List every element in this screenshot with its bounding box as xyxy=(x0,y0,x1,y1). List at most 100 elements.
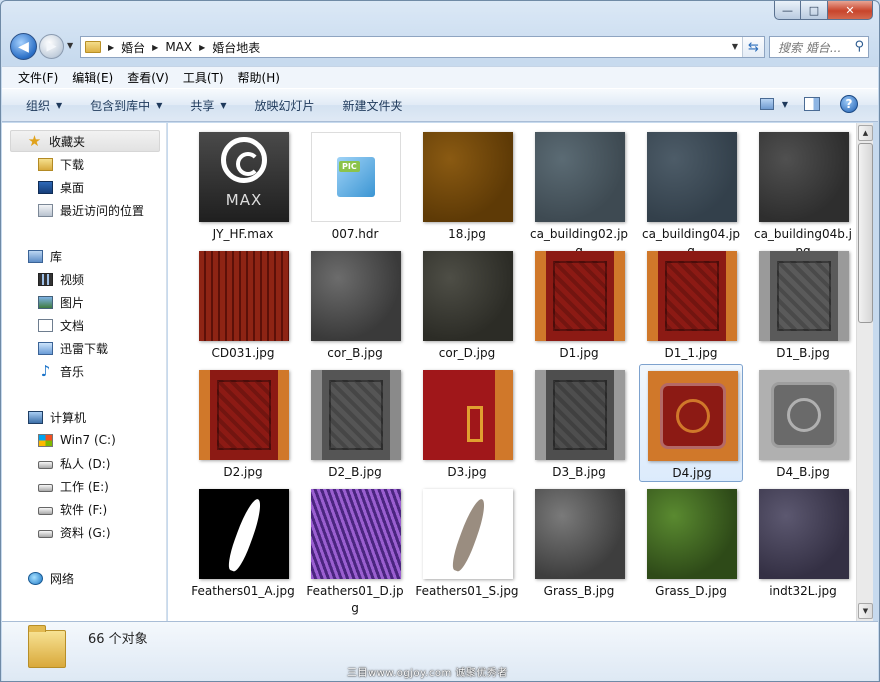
menu-edit[interactable]: 编辑(E) xyxy=(72,69,113,86)
nav-label: 迅雷下载 xyxy=(60,341,109,356)
nav-videos[interactable]: 视频 xyxy=(38,268,84,290)
share-label: 共享 xyxy=(190,98,215,113)
computer-icon xyxy=(28,410,43,424)
nav-label: 文档 xyxy=(60,318,85,333)
file-thumbnail xyxy=(199,251,289,341)
chevron-down-icon[interactable]: ▼ xyxy=(782,100,788,109)
file-item[interactable]: D3_B.jpg xyxy=(527,364,631,482)
max-file-icon: MAX xyxy=(199,132,289,222)
nav-drive-c[interactable]: Win7 (C:) xyxy=(38,429,116,451)
nav-thunder[interactable]: 迅雷下载 xyxy=(38,337,108,359)
address-bar[interactable]: ▶ 婚台 ▶ MAX ▶ 婚台地表 ▼ ⇆ xyxy=(80,36,765,58)
address-history-dropdown[interactable]: ▼ xyxy=(732,42,738,51)
file-item[interactable]: MAX JY_HF.max xyxy=(191,126,295,244)
file-name: cor_D.jpg xyxy=(438,346,496,360)
menu-help[interactable]: 帮助(H) xyxy=(238,69,280,86)
close-button[interactable]: ✕ xyxy=(828,1,873,20)
breadcrumb-item[interactable]: 婚台地表 xyxy=(212,39,260,56)
file-item[interactable]: Feathers01_S.jpg xyxy=(415,483,519,601)
file-item[interactable]: D4_B.jpg xyxy=(751,364,855,482)
file-item[interactable]: D1_1.jpg xyxy=(639,245,743,363)
new-folder-button[interactable]: 新建文件夹 xyxy=(343,97,403,114)
file-item[interactable]: cor_D.jpg xyxy=(415,245,519,363)
file-name: Feathers01_S.jpg xyxy=(415,584,519,598)
file-item[interactable]: D1_B.jpg xyxy=(751,245,855,363)
forward-button[interactable]: ▶ xyxy=(39,34,64,59)
back-button[interactable]: ◀ xyxy=(10,33,37,60)
file-thumbnail xyxy=(535,370,625,460)
nav-drive-d[interactable]: 私人 (D:) xyxy=(38,452,110,474)
arrow-left-icon: ◀ xyxy=(18,38,29,55)
nav-downloads[interactable]: 下载 xyxy=(38,153,84,175)
vertical-scrollbar[interactable]: ▲ ▼ xyxy=(856,123,873,621)
file-item[interactable]: Feathers01_D.jpg xyxy=(303,483,407,615)
file-item[interactable]: D2.jpg xyxy=(191,364,295,482)
search-box[interactable]: 搜索 婚台... ⚲ xyxy=(769,36,869,58)
change-view-icon[interactable] xyxy=(759,98,774,110)
nav-network[interactable]: 网络 xyxy=(28,567,74,589)
nav-computer[interactable]: 计算机 xyxy=(28,406,86,428)
recent-pages-dropdown[interactable]: ▼ xyxy=(67,41,73,50)
breadcrumb-item[interactable]: MAX xyxy=(165,40,192,54)
help-icon[interactable]: ? xyxy=(840,95,858,113)
drive-icon xyxy=(38,484,53,492)
share-button[interactable]: 共享 ▼ xyxy=(190,97,226,114)
scroll-down-button[interactable]: ▼ xyxy=(858,603,873,619)
file-item[interactable]: cor_B.jpg xyxy=(303,245,407,363)
nav-favorites[interactable]: ★ 收藏夹 xyxy=(10,130,160,152)
file-item[interactable]: ca_building04b.jpg xyxy=(751,126,855,258)
nav-libraries[interactable]: 库 xyxy=(28,245,62,267)
search-icon[interactable]: ⚲ xyxy=(854,39,864,54)
nav-recent[interactable]: 最近访问的位置 xyxy=(38,199,144,221)
file-item[interactable]: Feathers01_A.jpg xyxy=(191,483,295,601)
scroll-thumb[interactable] xyxy=(858,143,873,323)
maximize-button[interactable]: □ xyxy=(801,1,828,20)
file-item[interactable]: D1.jpg xyxy=(527,245,631,363)
file-item[interactable]: PIC 007.hdr xyxy=(303,126,407,244)
nav-music[interactable]: ♪ 音乐 xyxy=(38,360,84,382)
chevron-right-icon[interactable]: ▶ xyxy=(199,43,205,52)
file-thumbnail xyxy=(423,132,513,222)
slideshow-button[interactable]: 放映幻灯片 xyxy=(255,97,315,114)
drive-icon xyxy=(38,461,53,469)
menu-view[interactable]: 查看(V) xyxy=(127,69,169,86)
file-item[interactable]: D2_B.jpg xyxy=(303,364,407,482)
refresh-button[interactable]: ⇆ xyxy=(742,37,764,57)
file-item[interactable]: D4.jpg xyxy=(639,364,743,482)
nav-drive-f[interactable]: 软件 (F:) xyxy=(38,498,107,520)
file-item[interactable]: indt32L.jpg xyxy=(751,483,855,601)
file-item[interactable]: 18.jpg xyxy=(415,126,519,244)
chevron-right-icon[interactable]: ▶ xyxy=(108,43,114,52)
file-name: Feathers01_D.jpg xyxy=(306,584,404,615)
scroll-up-button[interactable]: ▲ xyxy=(858,125,873,141)
include-in-library-button[interactable]: 包含到库中 ▼ xyxy=(90,97,162,114)
nav-drive-e[interactable]: 工作 (E:) xyxy=(38,475,109,497)
file-item[interactable]: Grass_B.jpg xyxy=(527,483,631,601)
menu-file[interactable]: 文件(F) xyxy=(18,69,58,86)
file-item[interactable]: Grass_D.jpg xyxy=(639,483,743,601)
file-item[interactable]: ca_building04.jpg xyxy=(639,126,743,258)
file-item[interactable]: D3.jpg xyxy=(415,364,519,482)
nav-drive-g[interactable]: 资料 (G:) xyxy=(38,521,111,543)
organize-button[interactable]: 组织 ▼ xyxy=(26,97,62,114)
breadcrumb-item[interactable]: 婚台 xyxy=(121,39,145,56)
file-thumbnail xyxy=(647,132,737,222)
include-label: 包含到库中 xyxy=(90,98,151,113)
file-item[interactable]: ca_building02.jpg xyxy=(527,126,631,258)
caption-buttons: — □ ✕ xyxy=(774,1,873,20)
chevron-down-icon: ▼ xyxy=(56,100,63,110)
nav-desktop[interactable]: 桌面 xyxy=(38,176,84,198)
file-name: Feathers01_A.jpg xyxy=(191,584,295,598)
file-item[interactable]: CD031.jpg xyxy=(191,245,295,363)
menu-tools[interactable]: 工具(T) xyxy=(183,69,224,86)
chevron-right-icon[interactable]: ▶ xyxy=(152,43,158,52)
minimize-button[interactable]: — xyxy=(774,1,801,20)
downloads-folder-icon xyxy=(38,157,53,171)
nav-label: 音乐 xyxy=(60,364,85,379)
nav-pictures[interactable]: 图片 xyxy=(38,291,84,313)
search-placeholder: 搜索 婚台... xyxy=(778,40,842,55)
file-name: D1_B.jpg xyxy=(776,346,830,360)
file-name: D1_1.jpg xyxy=(664,346,718,360)
nav-documents[interactable]: 文档 xyxy=(38,314,84,336)
preview-pane-icon[interactable] xyxy=(804,97,820,111)
